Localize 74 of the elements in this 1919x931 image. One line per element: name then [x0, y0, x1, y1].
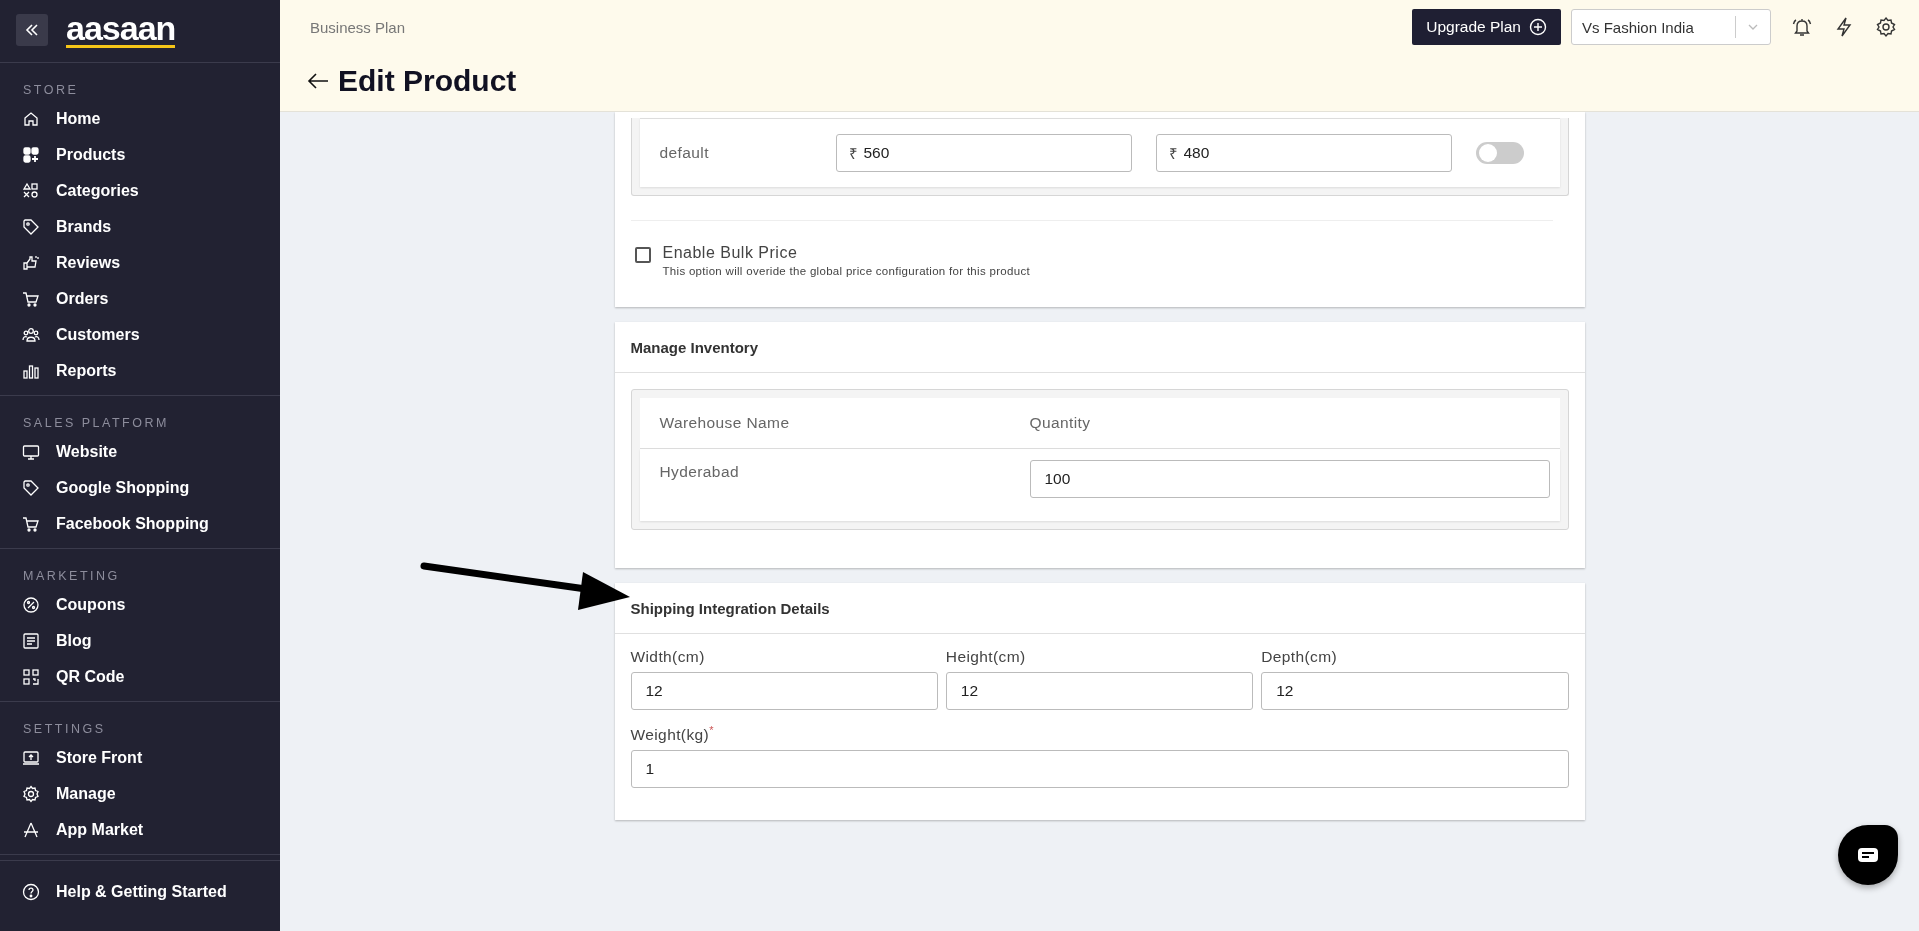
toggle-switch[interactable] — [1475, 142, 1524, 164]
reports-icon — [22, 362, 40, 380]
field-label: Weight(kg)$^{*}$ — [630, 724, 715, 745]
logo: aasaan — [66, 12, 176, 48]
section-title: STORE — [22, 83, 80, 99]
sidebar-item[interactable]: Reviews — [0, 245, 280, 281]
back-arrow-icon[interactable] — [306, 71, 330, 91]
sidebar-item[interactable]: QR Code — [0, 659, 280, 695]
chat-icon — [1857, 847, 1879, 863]
sidebar-item[interactable]: Categories — [0, 173, 280, 209]
sidebar-item[interactable]: Products — [0, 137, 280, 173]
hint-text: This option will overide the global price configuration for this product — [662, 265, 1030, 277]
sidebar-item[interactable]: Brands — [0, 209, 280, 245]
field-label: Height(cm) — [945, 648, 1027, 666]
customers-icon — [22, 326, 40, 344]
plan-name: Business Plan — [310, 18, 406, 36]
sidebar-item[interactable]: Website — [0, 434, 280, 470]
sidebar-item[interactable]: Reports — [0, 353, 280, 389]
field-label: Width(cm) — [630, 648, 706, 666]
help-link[interactable]: Help & Getting Started — [0, 861, 280, 923]
column-header: Quantity — [1029, 414, 1092, 432]
sale-price-field[interactable]: ₹ 480 — [1155, 134, 1452, 172]
currency-symbol: ₹ — [1168, 144, 1178, 163]
field-label: Depth(cm) — [1261, 648, 1339, 666]
home-icon — [22, 110, 40, 128]
section-title: MARKETING — [22, 569, 121, 585]
column-header: Warehouse Name — [659, 414, 791, 432]
brands-icon — [22, 218, 40, 236]
settings-icon[interactable] — [1875, 16, 1897, 38]
double-chevron-left-icon — [24, 22, 40, 38]
sidebar-item[interactable]: Facebook Shopping — [0, 506, 280, 542]
section-title: SETTINGS — [22, 722, 107, 738]
orders-icon — [22, 290, 40, 308]
input-field[interactable]: 12 — [630, 672, 938, 710]
sidebar-item[interactable]: Coupons — [0, 587, 280, 623]
sidebar-item[interactable]: Blog — [0, 623, 280, 659]
products-icon — [22, 146, 40, 164]
store-select[interactable]: Vs Fashion India — [1571, 9, 1771, 45]
page-title: Edit Product — [338, 64, 517, 98]
currency-symbol: ₹ — [848, 144, 858, 163]
qr-icon — [22, 668, 40, 686]
reviews-icon — [22, 254, 40, 272]
website-icon — [22, 443, 40, 461]
sidebar-item[interactable]: Manage — [0, 776, 280, 812]
price-input[interactable]: 560 — [863, 144, 1119, 162]
help-icon — [22, 883, 40, 901]
bell-icon[interactable] — [1791, 16, 1813, 38]
quantity-field[interactable]: 100 — [1029, 460, 1550, 498]
plus-circle-icon — [1529, 18, 1547, 36]
categories-icon — [22, 182, 40, 200]
sidebar-item[interactable]: Google Shopping — [0, 470, 280, 506]
sidebar-item[interactable]: Orders — [0, 281, 280, 317]
variant-name: default — [659, 144, 710, 162]
sidebar-item[interactable]: App Market — [0, 812, 280, 848]
checkbox[interactable] — [634, 247, 651, 263]
upgrade-plan-button[interactable]: Upgrade Plan — [1412, 9, 1561, 45]
input-field[interactable]: 12 — [1261, 672, 1569, 710]
card-title: Manage Inventory — [630, 338, 759, 356]
collapse-sidebar-button[interactable] — [16, 14, 48, 46]
card-title: Shipping Integration Details — [630, 599, 830, 617]
checkbox-label: Enable Bulk Price — [662, 244, 799, 262]
warehouse-name: Hyderabad — [659, 462, 740, 481]
sidebar-item[interactable]: Customers — [0, 317, 280, 353]
coupons-icon — [22, 596, 40, 614]
section-title: SALES PLATFORM — [22, 416, 170, 432]
sidebar-item[interactable]: Store Front — [0, 740, 280, 776]
sale-price-input[interactable]: 480 — [1183, 144, 1439, 162]
input-field[interactable]: 12 — [945, 672, 1254, 710]
input-field[interactable]: 1 — [630, 750, 1569, 789]
blog-icon — [22, 632, 40, 650]
price-field[interactable]: ₹ 560 — [835, 134, 1132, 172]
sidebar-item[interactable]: Home — [0, 101, 280, 137]
manage-icon — [22, 785, 40, 803]
chat-button[interactable] — [1838, 825, 1898, 885]
